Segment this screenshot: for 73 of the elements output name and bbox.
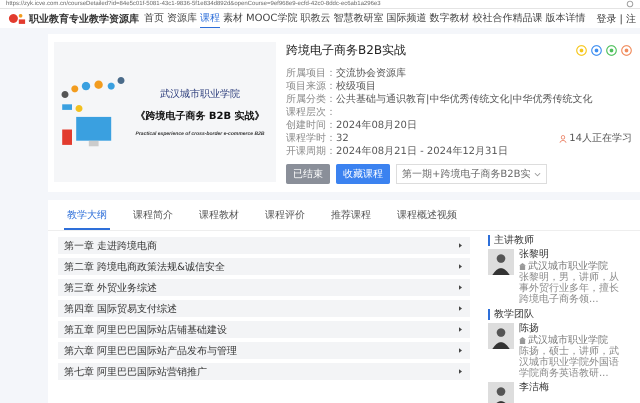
chapter-row[interactable]: 第四章 国际贸易支付综述 — [58, 300, 470, 317]
favorite-button[interactable]: 收藏课程 — [336, 164, 390, 184]
login-link[interactable]: 登录 | 注 — [590, 12, 636, 26]
school-icon — [519, 337, 526, 344]
chapter-row[interactable]: 第三章 外贸业务综述 — [58, 279, 470, 296]
nav-link[interactable]: 版本详情 — [545, 9, 586, 28]
detail-value: 校级项目 — [336, 80, 376, 93]
nav-link[interactable]: 资源库 — [167, 9, 197, 28]
teacher-bio: 陈扬，硕士，讲师，武汉城市职业学院外国语学院商务英语教研... — [519, 346, 620, 379]
tab[interactable]: 推荐课程 — [328, 206, 374, 230]
nav-link[interactable]: 职教云 — [300, 9, 330, 28]
detail-label: 创建时间： — [286, 119, 336, 132]
avatar-silhouette — [488, 382, 514, 403]
nav-link[interactable]: 首页 — [144, 9, 164, 28]
nav-link[interactable]: 数字教材 — [429, 9, 470, 28]
detail-label: 课程学时： — [286, 132, 336, 145]
person-icon — [559, 134, 568, 142]
teacher-name[interactable]: 李洁梅 — [519, 382, 627, 394]
expand-arrow-icon — [459, 264, 462, 269]
avatar-silhouette — [488, 249, 514, 275]
detail-value: 公共基础与通识教育|中华优秀传统文化|中华优秀传统文化 — [336, 93, 593, 106]
tab[interactable]: 课程评价 — [262, 206, 308, 230]
chapter-row[interactable]: 第二章 跨境电商政策法规&诚信安全 — [58, 258, 470, 275]
nav-link[interactable]: 课程 — [200, 9, 220, 28]
expand-arrow-icon — [459, 327, 462, 332]
logo-icon — [8, 12, 26, 25]
detail-label: 所属项目： — [286, 67, 336, 80]
tab[interactable]: 课程概述视频 — [394, 206, 460, 230]
share-icon[interactable] — [621, 45, 632, 56]
school-icon — [519, 263, 526, 270]
detail-value: 2024年08月21日 - 2024年12月31日 — [336, 145, 508, 158]
share-icon[interactable] — [591, 45, 602, 56]
section-heading: 主讲教师 — [488, 235, 534, 246]
nav-link[interactable]: 素材 — [223, 9, 243, 28]
learners-count: 14人正在学习 — [569, 132, 632, 145]
expand-arrow-icon — [459, 243, 462, 248]
site-logo-text[interactable]: 职业教育专业教学资源库 — [29, 12, 139, 26]
share-icon[interactable] — [606, 45, 617, 56]
tab[interactable]: 课程简介 — [130, 206, 176, 230]
chapter-row[interactable]: 第一章 走进跨境电商 — [58, 237, 470, 254]
chapter-row[interactable]: 第七章 阿里巴巴国际站营销推广 — [58, 363, 470, 380]
expand-arrow-icon — [459, 306, 462, 311]
section-heading: 教学团队 — [488, 309, 534, 320]
detail-value: 交流协会资源库 — [336, 67, 406, 80]
detail-label: 所属分类： — [286, 93, 336, 106]
cover-title: 《跨境电子商务 B2B 实战》 — [135, 109, 265, 123]
expand-arrow-icon — [459, 369, 462, 374]
nav-link[interactable]: 智慧教研室 — [333, 9, 384, 28]
detail-value: 32 — [336, 132, 349, 145]
nav-link[interactable]: 国际频道 — [386, 9, 426, 28]
course-title: 跨境电子商务B2B实战 — [286, 42, 406, 59]
detail-label: 开课周期： — [286, 145, 336, 158]
nav-link[interactable]: MOOC学院 — [246, 9, 298, 28]
expand-arrow-icon — [459, 348, 462, 353]
school-name: 武汉城市职业学院 — [528, 335, 608, 346]
school-name: 武汉城市职业学院 — [528, 261, 608, 272]
chapter-row[interactable]: 第六章 阿里巴巴国际站产品发布与管理 — [58, 342, 470, 359]
chapter-row[interactable]: 第五章 阿里巴巴国际站店铺基础建设 — [58, 321, 470, 338]
share-icon[interactable] — [576, 45, 587, 56]
college-logo-text: 武汉城市职业学院 — [160, 88, 240, 101]
session-select[interactable]: 第一期+跨境电子商务B2B实 — [396, 164, 548, 184]
tab[interactable]: 课程教材 — [196, 206, 242, 230]
expand-arrow-icon — [459, 285, 462, 290]
teacher-name[interactable]: 张黎明 — [519, 249, 627, 261]
caret-icon — [534, 172, 542, 176]
avatar-silhouette — [488, 323, 514, 349]
nav-link[interactable]: 校社合作精品课 — [472, 9, 542, 28]
detail-label: 项目来源： — [286, 80, 336, 93]
reload-icon[interactable] — [626, 0, 634, 8]
teacher-bio: 张黎明，男，讲师，从事外贸行业多年，擅长跨境电子商务领... — [519, 272, 620, 305]
detail-value: 2024年08月20日 — [336, 119, 417, 132]
detail-label: 课程层次： — [286, 106, 336, 119]
teacher-name[interactable]: 陈扬 — [519, 323, 627, 335]
